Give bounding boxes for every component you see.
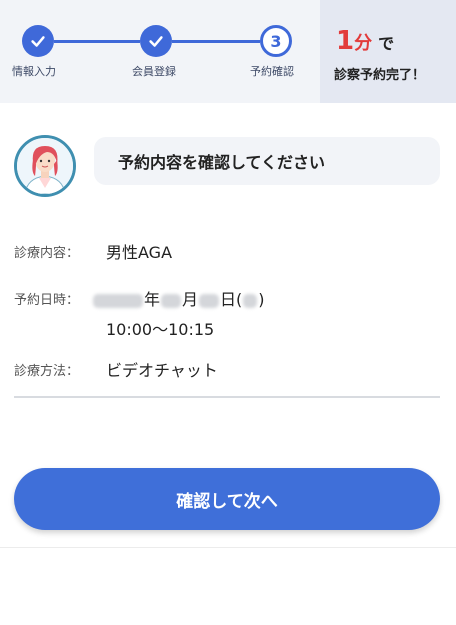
step-connector	[172, 40, 260, 43]
promo-banner: 1分で 診察予約完了！	[320, 0, 456, 103]
close-paren: )	[258, 290, 265, 309]
step-2-label: 会員登録	[132, 65, 176, 78]
treatment-label: 診療内容：	[14, 246, 80, 261]
day-suffix: 日(	[220, 290, 243, 309]
method-label: 診療方法：	[14, 364, 80, 379]
instruction-bubble: 予約内容を確認してください	[94, 137, 440, 185]
promo-subtext: 診察予約完了！	[334, 68, 426, 83]
step-1-complete-check-icon	[22, 25, 54, 57]
datetime-value: 年 月 日()	[92, 286, 265, 310]
redacted-year	[93, 293, 143, 308]
time-range: 10:00〜10:15	[106, 320, 215, 339]
promo-number: 1	[336, 26, 355, 56]
doctor-avatar-icon	[14, 135, 76, 197]
method-value: ビデオチャット	[106, 361, 218, 380]
step-3-current-indicator: 3	[260, 25, 292, 57]
treatment-value: 男性AGA	[106, 243, 173, 262]
datetime-label: 予約日時：	[14, 293, 80, 308]
promo-unit: 分	[354, 33, 373, 54]
year-suffix: 年	[144, 290, 161, 309]
progress-stepper: 3 情報入力 会員登録 予約確認	[0, 0, 320, 103]
confirm-next-button[interactable]: 確認して次へ	[14, 468, 440, 530]
promo-particle: で	[378, 34, 395, 53]
step-1-label: 情報入力	[12, 65, 56, 78]
step-2-complete-check-icon	[140, 25, 172, 57]
step-3-label: 予約確認	[250, 65, 294, 78]
progress-header: 3 情報入力 会員登録 予約確認 1分で 診察予約完了！	[0, 0, 456, 103]
section-divider	[14, 396, 440, 398]
promo-headline: 1分で	[336, 26, 394, 56]
month-suffix: 月	[182, 290, 199, 309]
redacted-day	[199, 293, 220, 308]
step-connector	[54, 40, 140, 43]
redacted-month	[161, 293, 182, 308]
redacted-weekday	[243, 293, 258, 308]
